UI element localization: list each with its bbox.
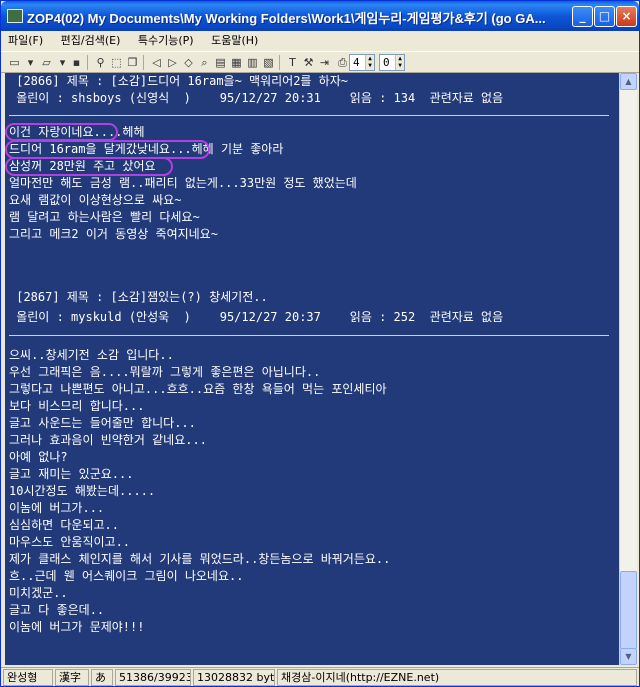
font-size-value: 4 [353, 56, 360, 69]
body-line: 요새 램값이 이상현상으로 싸요~ [9, 193, 182, 207]
body-line: 글고 재미는 있군요... [9, 467, 134, 481]
body-line: 으씨..창세기전 소감 입니다.. [9, 348, 174, 362]
print-icon[interactable]: ⎙ [335, 55, 350, 70]
post-author-line: 올린이 : myskuld (안성욱 ) 95/12/27 20:37 읽음 :… [9, 310, 504, 324]
body-line: 보다 비스므리 합니다... [9, 399, 145, 413]
font-size-stepper[interactable]: 4 ▲ ▼ [349, 54, 375, 71]
body-line: 우선 그래픽은 음....뭐랄까 그렇게 좋은편은 아닙니다.. [9, 365, 321, 379]
body-line: 얼마전만 해도 금성 램..패리티 없는게...33만원 정도 했었는데 [9, 176, 357, 190]
body-line: 제가 클래스 체인지를 해서 기사를 뭐었드라..창든놈으로 바꿔거든요.. [9, 552, 391, 566]
tools-icon[interactable]: ⚒ [301, 55, 316, 70]
highlight-ellipse [5, 157, 173, 176]
toolbar-separator [143, 55, 144, 70]
minimize-button[interactable]: _ [572, 6, 593, 27]
menu-bar: 파일(F) 편집/검색(E) 특수기능(P) 도움말(H) [1, 31, 639, 51]
app-window: ZOP4(02) My Documents\My Working Folders… [0, 0, 640, 687]
body-line: 흐..근데 웬 어스퀘이크 그림이 나오네요.. [9, 569, 244, 583]
save-icon[interactable]: ▪ [69, 55, 84, 70]
status-bar: 완성형 漢字 あ 51386/399236 13028832 bytes 채경삼… [1, 667, 639, 686]
toolbar-separator [87, 55, 88, 70]
scroll-down-icon[interactable]: ▼ [620, 648, 637, 665]
menu-file[interactable]: 파일(F) [1, 31, 50, 51]
body-line: 마우스도 안움직이고.. [9, 535, 131, 549]
body-line: 그렇다고 나쁜편도 아니고...흐흐..요즘 한창 욕들어 먹는 포인세티아 [9, 382, 387, 396]
title-bar[interactable]: ZOP4(02) My Documents\My Working Folders… [1, 1, 639, 31]
divider [9, 115, 609, 116]
indent-icon[interactable]: ⇥ [317, 55, 332, 70]
app-icon[interactable] [7, 9, 23, 23]
text-viewer[interactable]: [2866] 제목 : [소감]드디어 16ram을~ 맥워리어2를 하자~ 올… [5, 73, 619, 665]
scroll-up-icon[interactable]: ▲ [620, 73, 637, 90]
credit-status: 채경삼-이지네(http://EZNE.net) [277, 669, 637, 686]
post-header-line: [2866] 제목 : [소감]드디어 16ram을~ 맥워리어2를 하자~ [9, 74, 348, 88]
select-icon[interactable]: ⬚ [109, 55, 124, 70]
toolbar: ▭ ▾ ▱ ▾ ▪ ⚲ ⬚ ❐ ◁ ▷ ◇ ⌕ ▤ ▦ ▥ ▧ T ⚒ ⇥ ⎙ … [1, 51, 639, 73]
dropdown-icon[interactable]: ▾ [55, 55, 70, 70]
close-button[interactable]: × [616, 6, 637, 27]
find-icon[interactable]: ⌕ [197, 55, 212, 70]
body-line: 글고 다 좋은데.. [9, 603, 105, 617]
filter-icon[interactable]: ⚲ [93, 55, 108, 70]
menu-help[interactable]: 도움말(H) [204, 31, 265, 51]
page-icon[interactable]: ▧ [261, 55, 276, 70]
post-header-line: [2867] 제목 : [소감]잼있는(?) 창세기전.. [9, 290, 268, 304]
diamond-icon[interactable]: ◇ [181, 55, 196, 70]
body-line: 그리고 메크2 이거 동영상 죽여지네요~ [9, 227, 218, 241]
post-author-line: 올린이 : shsboys (신영식 ) 95/12/27 20:31 읽음 :… [9, 91, 504, 105]
filesize-status: 13028832 bytes [193, 669, 275, 686]
body-line: 글고 사운드는 들어줄만 합니다... [9, 416, 196, 430]
menu-special[interactable]: 특수기능(P) [131, 31, 201, 51]
body-line: 10시간정도 해봤는데..... [9, 484, 156, 498]
body-line: 심심하면 다운되고.. [9, 518, 119, 532]
grid-icon[interactable]: ▦ [229, 55, 244, 70]
copy-icon[interactable]: ❐ [125, 55, 140, 70]
font-icon[interactable]: T [285, 55, 300, 70]
body-line: 미치겠군.. [9, 586, 68, 600]
back-icon[interactable]: ◁ [149, 55, 164, 70]
maximize-button[interactable]: □ [594, 6, 615, 27]
position-status: 51386/399236 [115, 669, 191, 686]
hanja-status[interactable]: 漢字 [55, 669, 89, 686]
new-doc-icon[interactable]: ▭ [7, 55, 22, 70]
body-line: 이놈에 버그가 문제야!!! [9, 620, 145, 634]
stepper-arrows-icon[interactable]: ▲ ▼ [365, 55, 374, 70]
open-dropdown-icon[interactable]: ▾ [23, 55, 38, 70]
body-line: 램 달려고 하는사람은 빨리 다세요~ [9, 210, 200, 224]
highlight-ellipse [5, 123, 118, 141]
body-line: 그러나 효과음이 빈약한거 같네요... [9, 433, 207, 447]
menu-edit-search[interactable]: 편집/검색(E) [54, 31, 128, 51]
body-line: 이놈에 버그가... [9, 501, 105, 515]
open-folder-icon[interactable]: ▱ [39, 55, 54, 70]
kana-status[interactable]: あ [91, 669, 113, 686]
document-icon[interactable]: ▥ [245, 55, 260, 70]
scroll-thumb[interactable] [620, 571, 637, 649]
body-line: 아예 없나? [9, 450, 68, 464]
forward-icon[interactable]: ▷ [165, 55, 180, 70]
vertical-scrollbar[interactable]: ▲ ▼ [619, 73, 637, 665]
input-mode-status[interactable]: 완성형 [3, 669, 53, 686]
line-spacing-value: 0 [383, 56, 390, 69]
window-title: ZOP4(02) My Documents\My Working Folders… [27, 11, 546, 26]
toolbar-separator [279, 55, 280, 70]
divider [9, 335, 609, 336]
list-icon[interactable]: ▤ [213, 55, 228, 70]
line-spacing-stepper[interactable]: 0 ▲ ▼ [379, 54, 405, 71]
stepper-arrows-icon[interactable]: ▲ ▼ [395, 55, 404, 70]
